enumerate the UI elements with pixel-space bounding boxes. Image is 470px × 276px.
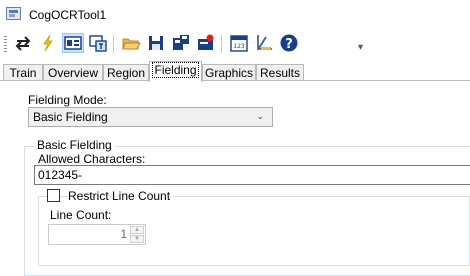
save-icon[interactable] — [145, 33, 167, 53]
line-count-stepper[interactable]: 1 ▲ ▼ — [48, 224, 146, 245]
allowed-characters-input[interactable]: 012345- — [34, 165, 470, 185]
svg-text:?: ? — [285, 37, 293, 52]
calculator-icon[interactable]: 123 — [228, 33, 250, 53]
refresh-icon[interactable] — [12, 33, 34, 53]
line-count-label: Line Count: — [50, 208, 112, 222]
fielding-mode-label: Fielding Mode: — [28, 93, 107, 107]
fielding-mode-value: Basic Fielding — [33, 110, 108, 124]
spin-down-icon[interactable]: ▼ — [130, 235, 144, 243]
basic-fielding-group-title: Basic Fielding — [34, 138, 115, 152]
fielding-mode-dropdown[interactable]: Basic Fielding ⌄ — [28, 107, 273, 127]
restrict-line-count-label[interactable]: Restrict Line Count — [68, 189, 174, 203]
tab-train[interactable]: Train — [3, 64, 43, 81]
restrict-line-count-checkbox[interactable] — [47, 189, 60, 202]
window-title: CogOCRTool1 — [29, 8, 107, 22]
image-display-icon[interactable] — [62, 33, 84, 53]
record-icon[interactable] — [195, 33, 217, 53]
tab-overview[interactable]: Overview — [43, 64, 103, 81]
spin-up-icon[interactable]: ▲ — [130, 226, 144, 234]
tab-graphics[interactable]: Graphics — [202, 64, 256, 81]
train-image-icon[interactable] — [87, 33, 109, 53]
tab-strip: Train Overview Region Fielding Graphics … — [0, 61, 470, 82]
run-lightning-icon[interactable] — [37, 33, 59, 53]
toolbar-overflow-icon[interactable]: ▾ — [358, 42, 363, 53]
title-bar: CogOCRTool1 — [0, 0, 470, 28]
chevron-down-icon: ⌄ — [256, 111, 264, 121]
line-count-value: 1 — [120, 227, 127, 241]
ruler-icon[interactable] — [253, 33, 275, 53]
open-folder-icon[interactable] — [120, 33, 142, 53]
save-settings-icon[interactable] — [170, 33, 192, 53]
app-window-icon — [6, 7, 21, 20]
tab-results[interactable]: Results — [256, 64, 304, 81]
allowed-characters-label: Allowed Characters: — [38, 152, 146, 166]
toolbar-grip-icon[interactable] — [4, 36, 7, 52]
svg-text:123: 123 — [233, 43, 245, 50]
toolbar: 123 ? ▾ — [0, 28, 470, 58]
tab-fielding[interactable]: Fielding — [149, 61, 202, 82]
help-icon[interactable]: ? — [278, 33, 300, 53]
tab-region[interactable]: Region — [103, 64, 149, 81]
